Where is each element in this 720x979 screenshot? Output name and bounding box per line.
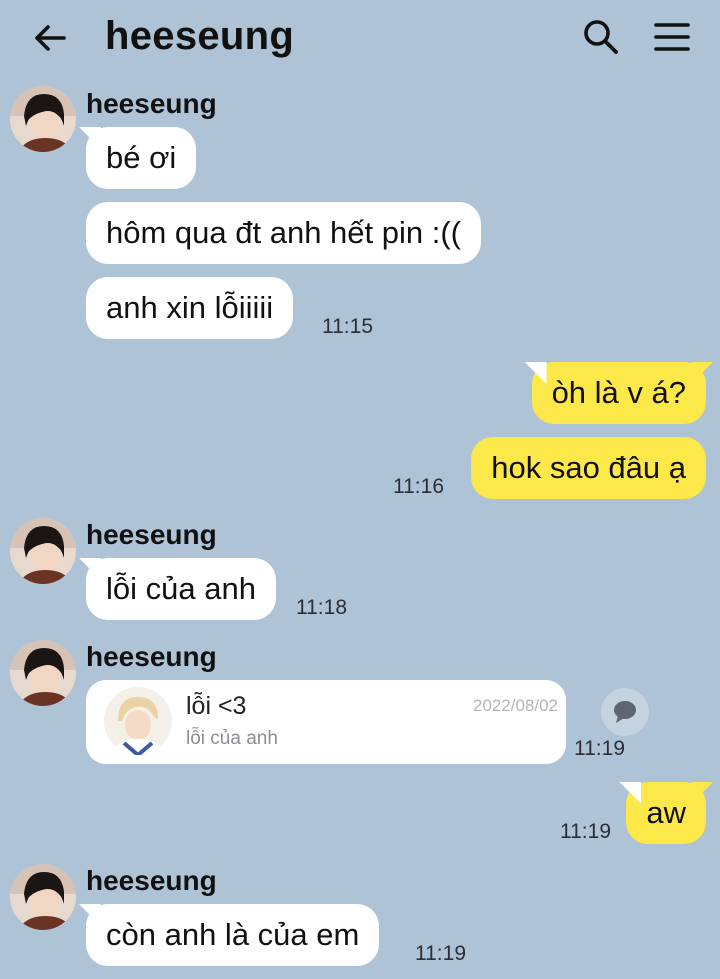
avatar-photo: [10, 86, 76, 152]
card-title: lỗi <3: [186, 692, 247, 720]
sender-avatar[interactable]: [10, 640, 76, 706]
arrow-left-icon: [35, 25, 66, 51]
message-time: 11:19: [574, 737, 625, 760]
message-time: 11:16: [393, 475, 444, 498]
sender-name: heeseung: [86, 641, 217, 672]
sender-name: heeseung: [86, 865, 217, 896]
chat-header: heeseung: [0, 0, 720, 80]
search-icon: [584, 20, 618, 54]
card-subtitle: lỗi của anh: [186, 728, 278, 749]
search-button[interactable]: [580, 16, 620, 56]
message-bubble[interactable]: anh xin lỗiiiii: [86, 277, 294, 339]
avatar-photo: [10, 640, 76, 706]
message-bubble-mine[interactable]: òh là v á?: [531, 362, 706, 424]
comment-button[interactable]: [601, 688, 649, 736]
shared-post-card[interactable]: lỗi <3 lỗi của anh 2022/08/02: [86, 680, 566, 764]
card-thumbnail: [104, 687, 172, 755]
message-time: 11:18: [296, 596, 347, 619]
menu-button[interactable]: [652, 18, 692, 58]
speech-bubble-icon: [614, 701, 636, 723]
sender-name: heeseung: [86, 88, 217, 119]
message-bubble-mine[interactable]: aw: [626, 782, 706, 844]
message-time: 11:19: [415, 942, 466, 965]
menu-icon: [654, 23, 690, 51]
sender-name: heeseung: [86, 519, 217, 550]
message-time: 11:19: [560, 820, 611, 843]
chat-title: heeseung: [105, 14, 295, 58]
card-photo: [104, 687, 172, 755]
sender-avatar[interactable]: [10, 518, 76, 584]
message-bubble-mine[interactable]: hok sao đâu ạ: [471, 437, 706, 499]
avatar-photo: [10, 518, 76, 584]
message-bubble[interactable]: còn anh là của em: [86, 904, 380, 966]
sender-avatar[interactable]: [10, 86, 76, 152]
sender-avatar[interactable]: [10, 864, 76, 930]
message-bubble[interactable]: bé ơi: [86, 127, 197, 189]
message-bubble[interactable]: lỗi của anh: [86, 558, 276, 620]
card-date: 2022/08/02: [472, 696, 558, 715]
message-bubble[interactable]: hôm qua đt anh hết pin :((: [86, 202, 482, 264]
message-time: 11:15: [322, 315, 373, 338]
back-button[interactable]: [30, 18, 70, 58]
avatar-photo: [10, 864, 76, 930]
